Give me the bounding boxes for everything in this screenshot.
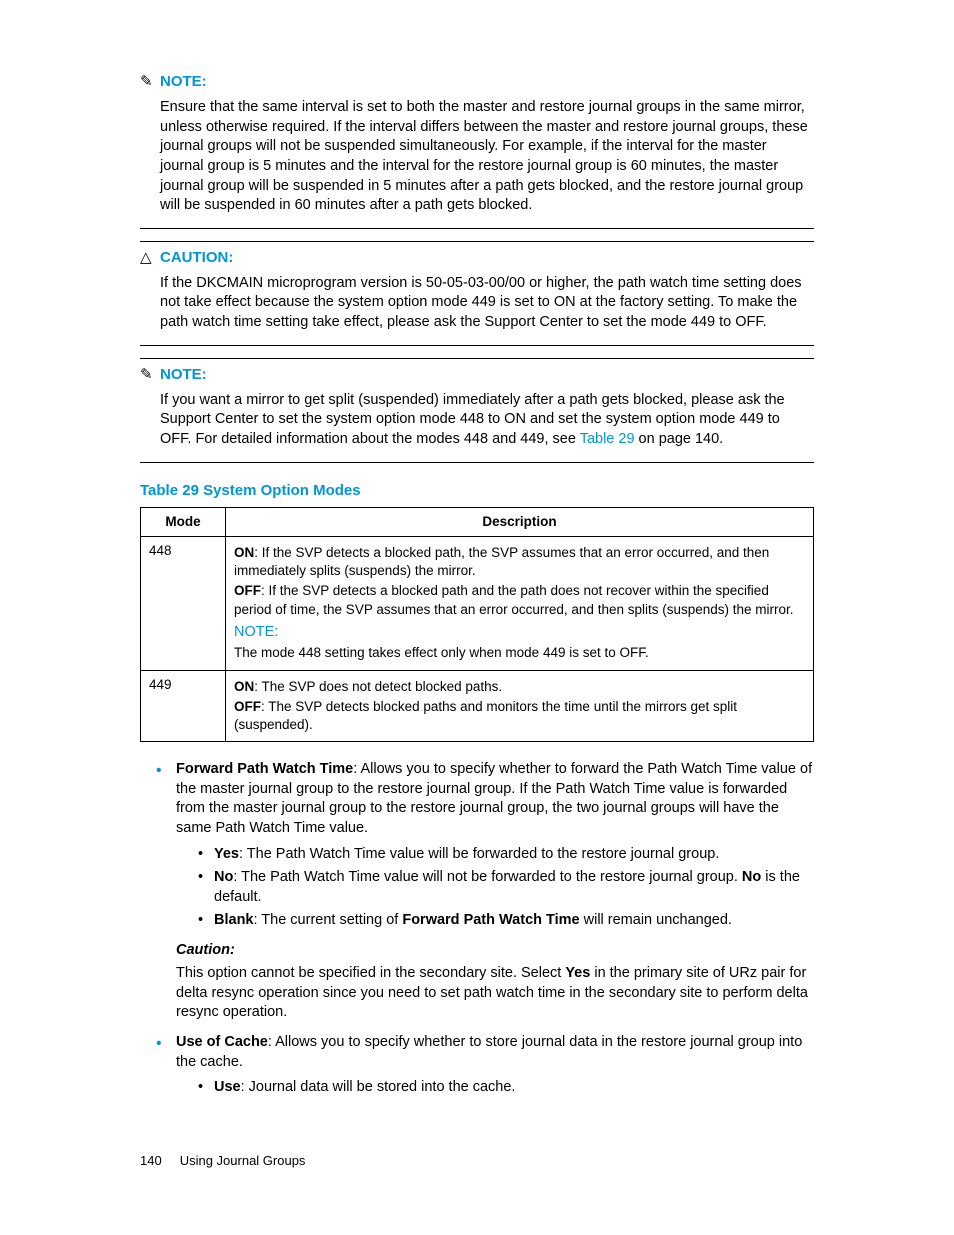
separator bbox=[140, 345, 814, 346]
mode-cell: 448 bbox=[141, 536, 226, 670]
cell-note-text: The mode 448 setting takes effect only w… bbox=[234, 644, 805, 662]
note-block-2: ✎NOTE: If you want a mirror to get split… bbox=[140, 358, 814, 463]
caution-yes: Yes bbox=[565, 965, 590, 981]
sub-list: Use: Journal data will be stored into th… bbox=[176, 1078, 814, 1098]
note-heading: ✎NOTE: bbox=[140, 365, 814, 385]
on-label: ON bbox=[234, 545, 254, 560]
note-block-1: ✎NOTE: Ensure that the same interval is … bbox=[140, 72, 814, 229]
note-body: Ensure that the same interval is set to … bbox=[160, 98, 814, 215]
list-item: Forward Path Watch Time: Allows you to s… bbox=[156, 760, 814, 1023]
list-item: Use of Cache: Allows you to specify whet… bbox=[156, 1033, 814, 1098]
on-text: : If the SVP detects a blocked path, the… bbox=[234, 545, 769, 578]
inline-caution-heading: Caution: bbox=[176, 941, 814, 961]
fpwt-label: Forward Path Watch Time bbox=[176, 761, 353, 777]
caution-text1: This option cannot be specified in the s… bbox=[176, 965, 565, 981]
caution-heading: △CAUTION: bbox=[140, 248, 814, 268]
desc-cell: ON: If the SVP detects a blocked path, t… bbox=[226, 536, 814, 670]
section-title: Using Journal Groups bbox=[180, 1153, 306, 1168]
table-header-row: Mode Description bbox=[141, 507, 814, 536]
col-mode: Mode bbox=[141, 507, 226, 536]
note-body: If you want a mirror to get split (suspe… bbox=[160, 391, 814, 450]
options-list: Forward Path Watch Time : Allows you to s… bbox=[140, 760, 814, 1097]
use-label: Use bbox=[214, 1079, 241, 1095]
table-title: Table 29 System Option Modes bbox=[140, 481, 814, 501]
col-description: Description bbox=[226, 507, 814, 536]
cell-note-heading: NOTE: bbox=[234, 623, 805, 643]
list-item: Yes: The Path Watch Time value will be f… bbox=[198, 845, 814, 865]
mode-cell: 449 bbox=[141, 670, 226, 742]
uoc-label: Use of Cache bbox=[176, 1034, 268, 1050]
blank-text2: will remain unchanged. bbox=[580, 912, 732, 928]
caution-block: △CAUTION: If the DKCMAIN microprogram ve… bbox=[140, 241, 814, 346]
separator bbox=[140, 462, 814, 463]
on-label: ON bbox=[234, 679, 254, 694]
table-29-link[interactable]: Table 29 bbox=[580, 431, 635, 447]
system-option-modes-table: Mode Description 448 ON: If the SVP dete… bbox=[140, 507, 814, 743]
desc-cell: ON: The SVP does not detect blocked path… bbox=[226, 670, 814, 742]
table-row: 448 ON: If the SVP detects a blocked pat… bbox=[141, 536, 814, 670]
list-item: Use: Journal data will be stored into th… bbox=[198, 1078, 814, 1098]
off-text: : The SVP detects blocked paths and moni… bbox=[234, 699, 737, 732]
blank-label: Blank bbox=[214, 912, 254, 928]
note-body-post: on page 140. bbox=[635, 431, 724, 447]
separator bbox=[140, 358, 814, 359]
note-heading-text: NOTE: bbox=[160, 366, 207, 383]
page-footer: 140 Using Journal Groups bbox=[140, 1152, 305, 1170]
list-item: Blank: The current setting of Forward Pa… bbox=[198, 911, 814, 931]
page-number: 140 bbox=[140, 1153, 162, 1168]
blank-text1: : The current setting of bbox=[254, 912, 403, 928]
no-bold: No bbox=[742, 869, 761, 885]
no-label: No bbox=[214, 869, 233, 885]
note-icon: ✎ bbox=[140, 365, 158, 385]
uoc-text: : Allows you to specify whether to store… bbox=[176, 1034, 802, 1070]
sub-list: Yes: The Path Watch Time value will be f… bbox=[176, 845, 814, 931]
note-icon: ✎ bbox=[140, 72, 158, 92]
inline-caution-body: This option cannot be specified in the s… bbox=[176, 964, 814, 1023]
note-heading: ✎NOTE: bbox=[140, 72, 814, 92]
on-text: : The SVP does not detect blocked paths. bbox=[254, 679, 502, 694]
use-text: : Journal data will be stored into the c… bbox=[241, 1079, 516, 1095]
off-label: OFF bbox=[234, 583, 261, 598]
separator bbox=[140, 241, 814, 242]
note-heading-text: NOTE: bbox=[160, 73, 207, 90]
off-text: : If the SVP detects a blocked path and … bbox=[234, 583, 794, 616]
off-label: OFF bbox=[234, 699, 261, 714]
table-row: 449 ON: The SVP does not detect blocked … bbox=[141, 670, 814, 742]
no-text: : The Path Watch Time value will not be … bbox=[233, 869, 742, 885]
blank-bold: Forward Path Watch Time bbox=[402, 912, 579, 928]
caution-body: If the DKCMAIN microprogram version is 5… bbox=[160, 274, 814, 333]
separator bbox=[140, 228, 814, 229]
caution-icon: △ bbox=[140, 248, 158, 268]
list-item: No: The Path Watch Time value will not b… bbox=[198, 868, 814, 907]
yes-label: Yes bbox=[214, 846, 239, 862]
yes-text: : The Path Watch Time value will be forw… bbox=[239, 846, 719, 862]
caution-heading-text: CAUTION: bbox=[160, 249, 233, 266]
